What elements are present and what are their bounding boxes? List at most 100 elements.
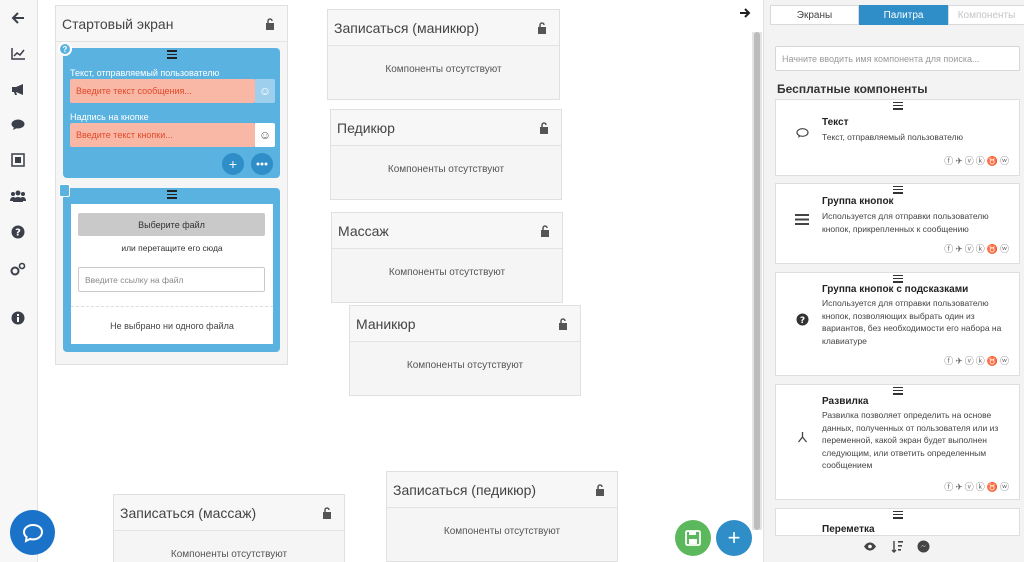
no-file-text: Не выбрано ни одного файла <box>71 306 273 344</box>
svg-text:?: ? <box>799 316 804 326</box>
chat-bubble-icon <box>22 523 43 543</box>
screen-manicure[interactable]: Маникюр Компоненты отсутствуют <box>349 305 581 396</box>
drag-handle-icon[interactable] <box>166 50 177 59</box>
save-button[interactable] <box>675 520 711 556</box>
settings-icon[interactable] <box>8 259 28 279</box>
social-icons: ⓕ✈ⓥⓚ♉ⓦ <box>944 156 1011 166</box>
drag-handle-icon[interactable] <box>166 190 177 199</box>
file-icon <box>59 184 70 197</box>
emoji-icon[interactable]: ☺ <box>255 123 275 147</box>
card-title: Текст <box>822 117 849 128</box>
component-card-fork[interactable]: Развилка Развилка позволяет определить н… <box>775 384 1020 500</box>
screen-header[interactable]: Записаться (массаж) <box>114 495 344 531</box>
floppy-disk-icon <box>685 530 701 546</box>
file-dropzone[interactable]: Выберите файл или перетащите его сюда Вв… <box>71 204 273 344</box>
drag-handle-icon[interactable] <box>893 387 903 397</box>
screen-title: Педикюр <box>337 119 395 136</box>
users-icon[interactable] <box>8 186 28 206</box>
eye-icon[interactable] <box>863 542 877 554</box>
chat-support-button[interactable] <box>10 510 55 555</box>
drag-hint: или перетащите его сюда <box>121 243 223 253</box>
drag-handle-icon[interactable] <box>893 102 903 112</box>
component-card-hint-buttons[interactable]: ? Группа кнопок с подсказками Использует… <box>775 272 1020 376</box>
screen-start[interactable]: Стартовый экран Текст, отправляемый поль… <box>55 5 288 365</box>
lock-open-icon[interactable] <box>265 17 277 30</box>
messenger-icon[interactable] <box>917 540 930 556</box>
collapse-panel-arrow-icon[interactable] <box>735 5 755 21</box>
left-navigation: ? <box>0 0 38 562</box>
lock-open-icon[interactable] <box>539 121 551 134</box>
component-card-tag[interactable]: Переметка <box>775 508 1020 536</box>
tab-screens[interactable]: Экраны <box>770 5 859 25</box>
list-bars-icon <box>794 211 810 227</box>
button-text-input[interactable]: Введите текст кнопки... <box>70 123 255 147</box>
screen-header[interactable]: Стартовый экран <box>56 6 287 42</box>
screen-pedicure-signup[interactable]: Записаться (педикюр) Компоненты отсутств… <box>386 471 618 562</box>
editor-canvas[interactable]: Стартовый экран Текст, отправляемый поль… <box>39 0 751 562</box>
card-description: Развилка позволяет определить на основе … <box>822 410 999 470</box>
file-component[interactable]: Выберите файл или перетащите его сюда Вв… <box>63 188 280 352</box>
component-search-input[interactable]: Начните вводить имя компонента для поиск… <box>775 46 1020 71</box>
fork-icon <box>794 429 810 445</box>
chat-icon[interactable] <box>8 115 28 135</box>
add-screen-button[interactable]: + <box>716 520 752 556</box>
screen-massage[interactable]: Массаж Компоненты отсутствуют <box>331 212 563 303</box>
scrollbar-thumb[interactable] <box>754 32 760 530</box>
lock-open-icon[interactable] <box>595 483 607 496</box>
screen-title: Записаться (педикюр) <box>393 481 537 498</box>
text-component[interactable]: Текст, отправляемый пользователю Введите… <box>63 48 280 178</box>
card-description: Используется для отправки пользователю к… <box>822 298 1002 346</box>
card-description: Используется для отправки пользователю к… <box>822 211 989 234</box>
card-title: Переметка <box>822 524 875 535</box>
more-options-button[interactable] <box>251 153 273 175</box>
screen-manicure-signup[interactable]: Записаться (маникюр) Компоненты отсутств… <box>327 9 560 100</box>
file-link-input[interactable]: Введите ссылку на файл <box>78 267 265 292</box>
section-title: Бесплатные компоненты <box>777 82 928 96</box>
screen-header[interactable]: Записаться (маникюр) <box>328 10 559 46</box>
drag-handle-icon[interactable] <box>893 511 903 521</box>
megaphone-icon[interactable] <box>8 79 28 99</box>
social-icons: ⓕ✈ⓥⓚ♉ⓦ <box>944 244 1011 254</box>
lock-open-icon[interactable] <box>537 21 549 34</box>
social-icons: ⓕ✈ⓥⓚ♉ⓦ <box>944 356 1011 366</box>
speech-bubble-icon <box>794 125 810 141</box>
lock-open-icon[interactable] <box>322 506 334 519</box>
frame-icon[interactable] <box>8 150 28 170</box>
empty-message: Компоненты отсутствуют <box>406 360 524 371</box>
tab-palette[interactable]: Палитра <box>859 5 948 25</box>
question-circle-icon: ? <box>794 311 810 327</box>
screen-title: Записаться (маникюр) <box>334 19 479 36</box>
tab-components[interactable]: Компоненты <box>948 5 1024 25</box>
lock-open-icon[interactable] <box>558 317 570 330</box>
lock-open-icon[interactable] <box>540 224 552 237</box>
screen-pedicure[interactable]: Педикюр Компоненты отсутствуют <box>330 109 562 200</box>
canvas-scrollbar[interactable] <box>752 32 762 530</box>
card-title: Группа кнопок с подсказками <box>822 284 969 295</box>
card-description: Текст, отправляемый пользователю <box>822 132 963 142</box>
panel-bottom-tools <box>863 540 943 556</box>
chart-icon[interactable] <box>8 43 28 63</box>
emoji-icon[interactable]: ☺ <box>255 79 275 103</box>
choose-file-button[interactable]: Выберите файл <box>78 213 265 236</box>
component-card-button-group[interactable]: Группа кнопок Используется для отправки … <box>775 183 1020 264</box>
message-text-input[interactable]: Введите текст сообщения... <box>70 79 255 103</box>
text-label: Текст, отправляемый пользователю <box>70 68 220 78</box>
screen-title: Стартовый экран <box>62 15 174 32</box>
help-icon[interactable]: ? <box>8 222 28 242</box>
card-title: Развилка <box>822 396 869 407</box>
screen-header[interactable]: Педикюр <box>331 110 561 146</box>
add-button[interactable]: + <box>222 153 244 175</box>
back-arrow-icon[interactable] <box>8 8 28 28</box>
question-badge-icon[interactable]: ? <box>58 42 72 56</box>
panel-tabs: Экраны Палитра Компоненты <box>770 5 1024 25</box>
sort-icon[interactable] <box>891 540 903 556</box>
screen-massage-signup[interactable]: Записаться (массаж) Компоненты отсутству… <box>113 494 345 562</box>
screen-title: Записаться (массаж) <box>120 504 257 521</box>
screen-header[interactable]: Записаться (педикюр) <box>387 472 617 508</box>
info-icon[interactable] <box>8 308 28 328</box>
empty-message: Компоненты отсутствуют <box>443 526 561 537</box>
screen-header[interactable]: Маникюр <box>350 306 580 342</box>
drag-handle-icon[interactable] <box>893 186 903 196</box>
screen-header[interactable]: Массаж <box>332 213 562 249</box>
component-card-text[interactable]: Текст Текст, отправляемый пользователю ⓕ… <box>775 99 1020 176</box>
